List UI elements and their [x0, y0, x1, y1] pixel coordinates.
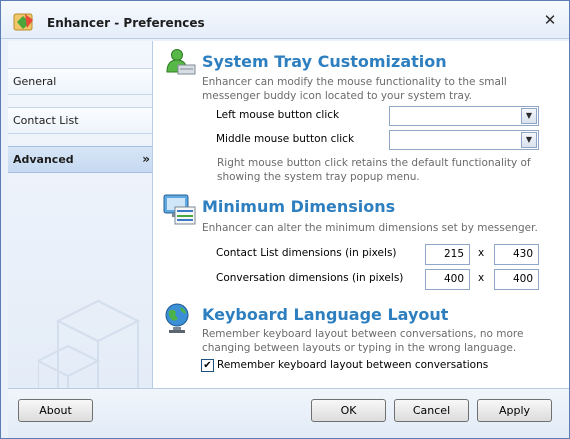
preferences-window: Enhancer - Preferences ✕ General Contact… [0, 0, 570, 439]
footer-bar: About OK Cancel Apply [8, 388, 569, 438]
apply-button[interactable]: Apply [477, 399, 552, 422]
ok-button[interactable]: OK [311, 399, 386, 422]
middle-click-label: Middle mouse button click [216, 133, 355, 145]
app-icon [13, 13, 33, 31]
contact-width-input[interactable]: 215 [425, 244, 470, 265]
section-desc-dimensions: Enhancer can alter the minimum dimension… [202, 222, 538, 234]
contact-dimensions-label: Contact List dimensions (in pixels) [216, 247, 397, 259]
section-title-keyboard: Keyboard Language Layout [202, 305, 449, 324]
section-desc-system-tray: Enhancer can modify the mouse functional… [202, 76, 507, 102]
times-sign: x [478, 247, 485, 259]
title-bar: Enhancer - Preferences ✕ [1, 1, 569, 39]
window-title: Enhancer - Preferences [47, 16, 205, 30]
contact-height-input[interactable]: 430 [494, 244, 539, 265]
middle-click-select[interactable]: ▼ [389, 130, 539, 150]
sidebar-item-advanced[interactable]: Advanced » [8, 146, 152, 173]
close-icon[interactable]: ✕ [543, 13, 557, 28]
chevron-down-icon[interactable]: ▼ [521, 132, 537, 148]
chevron-right-icon: » [142, 152, 150, 166]
section-title-dimensions: Minimum Dimensions [202, 197, 396, 216]
left-click-label: Left mouse button click [216, 109, 340, 121]
times-sign: x [478, 272, 485, 284]
globe-icon [165, 303, 189, 333]
chevron-down-icon[interactable]: ▼ [521, 108, 537, 124]
section-title-system-tray: System Tray Customization [202, 52, 447, 71]
sidebar-item-general[interactable]: General [8, 68, 152, 95]
sidebar-item-label: Advanced [13, 153, 74, 166]
sidebar: General Contact List Advanced » [8, 41, 153, 388]
buddy-icon [166, 49, 196, 75]
remember-layout-checkbox[interactable]: ✔ [201, 359, 214, 372]
sidebar-item-label: Contact List [13, 114, 79, 127]
conversation-dimensions-label: Conversation dimensions (in pixels) [216, 272, 404, 284]
cube-watermark [38, 299, 141, 388]
monitor-icon [163, 194, 196, 225]
sidebar-item-label: General [13, 75, 57, 88]
conversation-height-input[interactable]: 400 [494, 269, 539, 290]
section-desc-keyboard: Remember keyboard layout between convers… [202, 328, 524, 354]
right-click-note: Right mouse button click retains the def… [217, 157, 531, 183]
cancel-button[interactable]: Cancel [394, 399, 469, 422]
about-button[interactable]: About [18, 399, 93, 422]
sidebar-item-contact-list[interactable]: Contact List [8, 107, 152, 134]
settings-panel: System Tray Customization Enhancer can m… [153, 41, 569, 388]
remember-layout-label: Remember keyboard layout between convers… [217, 359, 489, 371]
left-click-select[interactable]: ▼ [389, 106, 539, 126]
conversation-width-input[interactable]: 400 [425, 269, 470, 290]
